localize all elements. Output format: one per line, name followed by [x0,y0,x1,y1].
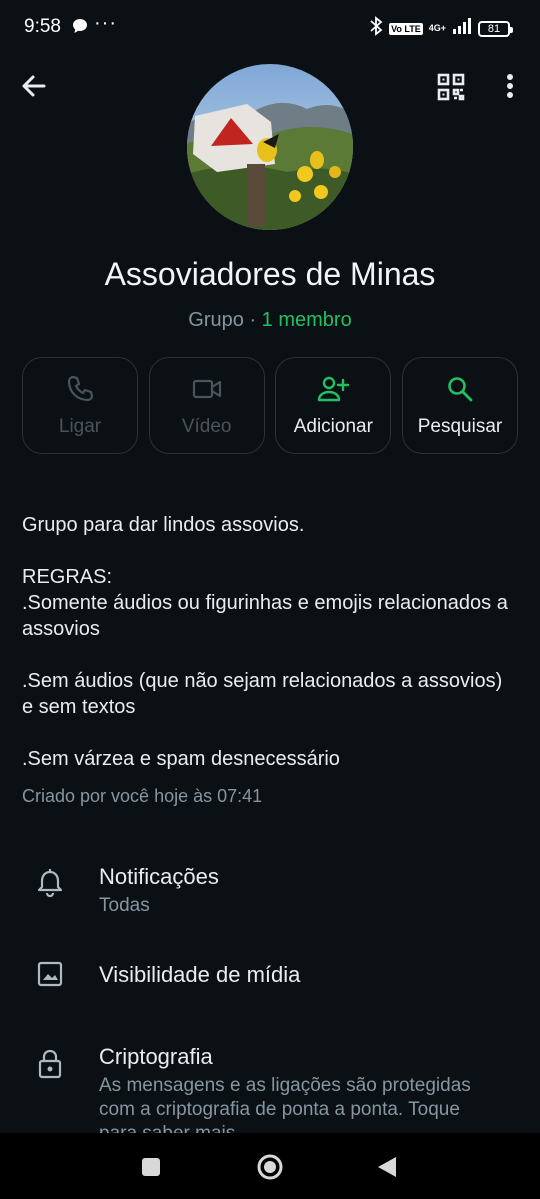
add-person-icon [276,374,390,404]
volte-badge: Vo LTE [389,22,423,35]
home-button[interactable] [256,1153,284,1186]
encryption-title: Criptografia [99,1044,213,1069]
more-notifications-icon: ··· [94,12,117,34]
image-icon [36,960,64,993]
group-type-label: Grupo [188,309,244,331]
network-label: 4G+ [428,23,446,33]
action-buttons: Ligar Vídeo Adicionar Pesquisar [22,357,518,454]
call-label: Ligar [58,416,102,437]
add-member-label: Adicionar [293,416,373,437]
media-visibility-title: Visibilidade de mídia [99,962,301,987]
created-info: Criado por você hoje às 07:41 [22,786,263,806]
lock-icon [36,1048,64,1085]
bell-icon [36,868,64,903]
status-bar: 9:58 ··· Vo LTE 4G+ 81 [0,0,540,56]
notifications-subtitle: Todas [99,895,150,916]
back-nav-button[interactable] [376,1155,398,1184]
recents-button[interactable] [141,1157,161,1182]
back-button[interactable] [18,70,50,102]
battery-icon: 81 [478,20,513,37]
status-time: 9:58 [24,16,61,37]
arrow-left-icon [18,75,50,106]
search-icon [403,374,517,404]
media-visibility-row[interactable]: Visibilidade de mídia [0,946,540,1006]
separator: · [243,309,262,331]
system-navigation-bar [0,1133,540,1199]
group-avatar[interactable] [187,64,353,230]
video-button[interactable]: Vídeo [148,357,265,454]
search-label: Pesquisar [417,416,503,437]
encryption-subtitle: As mensagens e as ligações são protegida… [99,1075,471,1133]
qr-code-icon [436,73,466,106]
phone-icon [23,374,137,404]
add-member-button[interactable]: Adicionar [275,357,392,454]
video-icon [150,374,264,404]
group-description[interactable]: Grupo para dar lindos assovios. REGRAS: … [22,512,518,772]
notifications-title: Notificações [99,864,219,889]
encryption-row[interactable]: Criptografia As mensagens e as ligações … [0,1032,540,1133]
battery-level: 81 [487,22,501,35]
chat-bubble-icon [72,18,88,39]
group-subtitle: Grupo · 1 membro [0,309,540,332]
members-link[interactable]: 1 membro [262,309,352,331]
call-button[interactable]: Ligar [22,357,138,454]
group-name: Assoviadores de Minas [104,256,436,292]
notifications-row[interactable]: Notificações Todas [0,852,540,932]
more-vertical-icon [496,74,524,106]
search-button[interactable]: Pesquisar [401,357,518,454]
bluetooth-icon [369,16,383,41]
video-label: Vídeo [181,416,232,437]
signal-icon [452,18,472,39]
qr-code-button[interactable] [436,72,466,102]
more-options-button[interactable] [496,70,524,102]
